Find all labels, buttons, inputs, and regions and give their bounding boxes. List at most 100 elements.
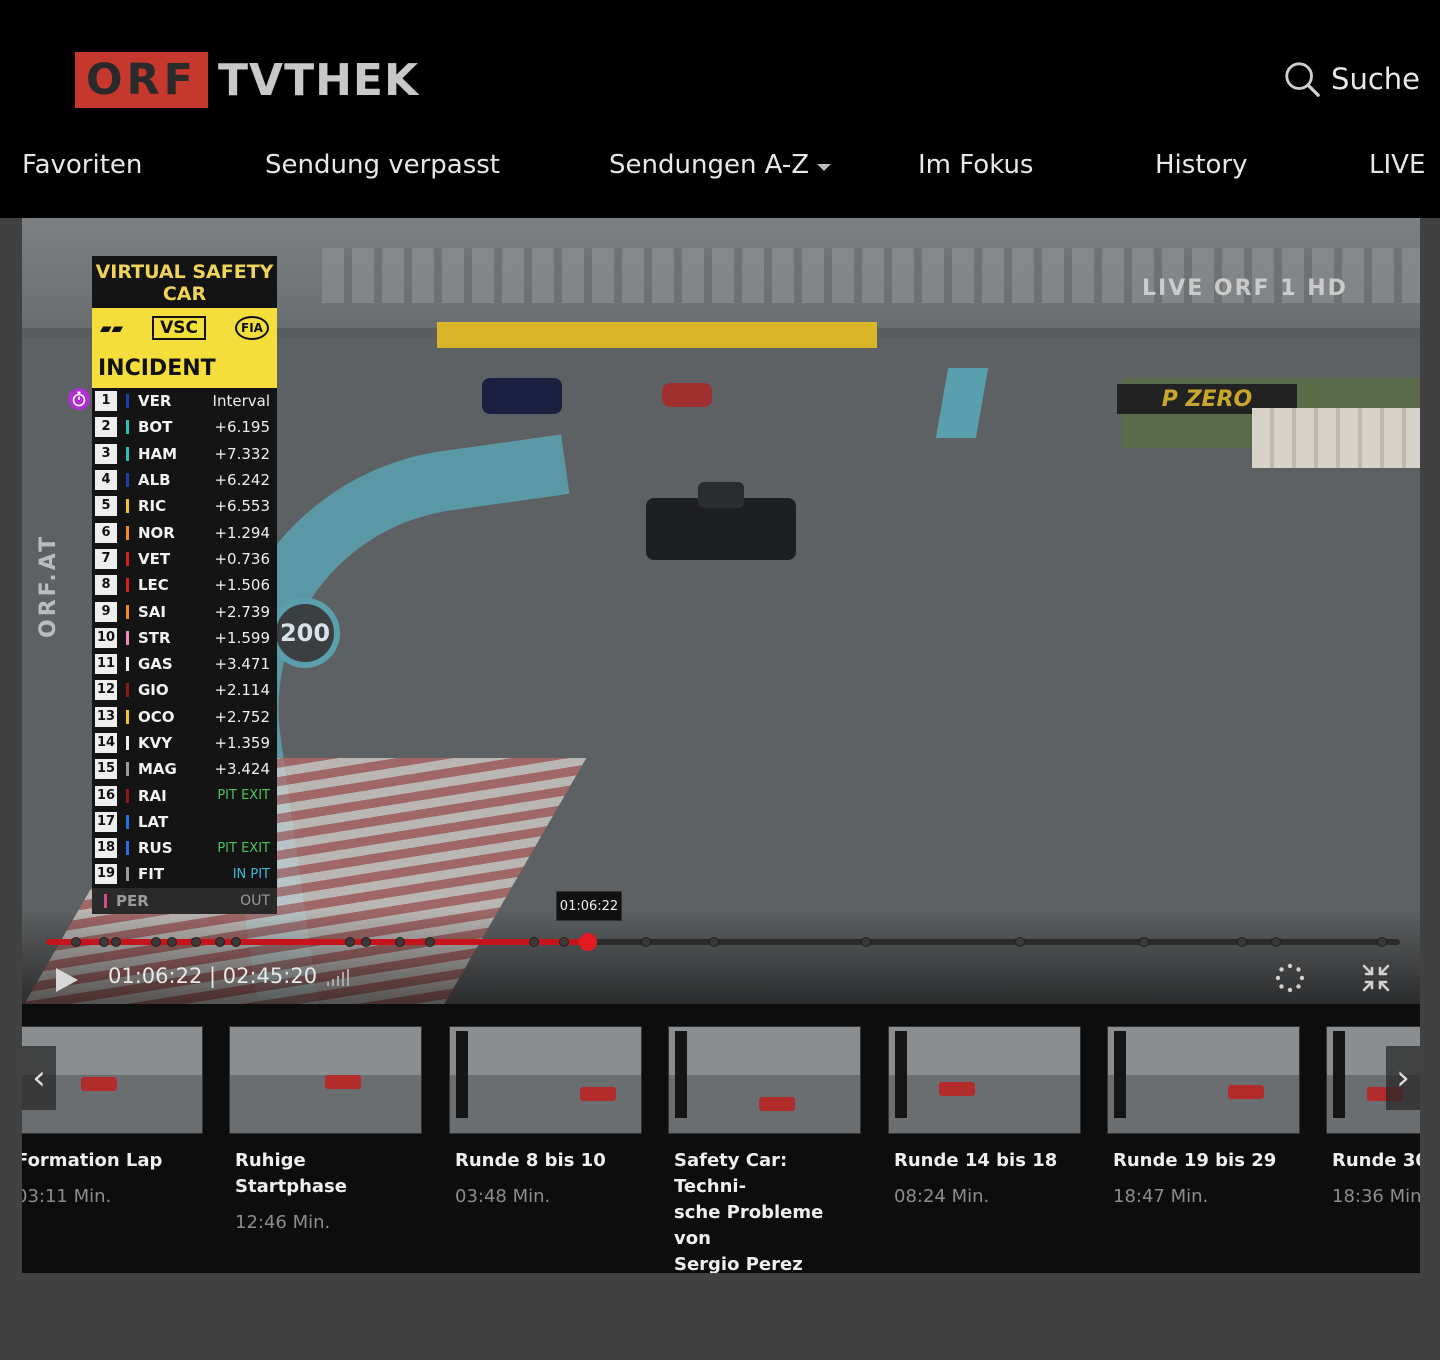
chapter-marker[interactable] — [111, 937, 121, 947]
chapter-marker[interactable] — [361, 937, 371, 947]
chapter-marker[interactable] — [641, 937, 651, 947]
video-frame: P ZERO LIVE ORF 1 HD ORF.AT 200 VIRTUAL … — [22, 218, 1420, 1004]
seek-handle[interactable] — [578, 933, 597, 951]
vsc-header: VIRTUAL SAFETY CAR — [92, 256, 277, 308]
timing-rows: 1 VER Interval 2 BOT +6.195 3 HAM +7.332 4 ALB +6.2… — [68, 388, 277, 914]
interval: PIT EXIT — [217, 840, 270, 856]
driver-code: HAM — [138, 444, 178, 463]
chapter-marker[interactable] — [191, 937, 201, 947]
tvthek-logo-text: TVTHEK — [218, 54, 420, 106]
chapter-marker[interactable] — [345, 937, 355, 947]
position-number: 8 — [95, 575, 117, 596]
driver-code: GIO — [138, 681, 169, 700]
chapter-thumbnail — [449, 1026, 642, 1134]
chapter-marker[interactable] — [99, 937, 109, 947]
chevron-right-icon[interactable]: › — [1386, 1046, 1420, 1110]
chapter-marker[interactable] — [559, 937, 569, 947]
interval: IN PIT — [232, 866, 270, 882]
timing-row: 17 LAT — [92, 809, 277, 835]
team-color-bar — [126, 473, 129, 488]
interval: +2.114 — [214, 681, 270, 700]
play-icon[interactable] — [52, 966, 80, 994]
timing-row: 2 BOT +6.195 — [92, 414, 277, 440]
chapter-card[interactable]: Runde 8 bis 10 03:48 Min. — [449, 1026, 642, 1207]
chapter-marker[interactable] — [1139, 937, 1149, 947]
interval: OUT — [240, 892, 270, 909]
interval: +2.752 — [214, 707, 270, 726]
chapter-marker[interactable] — [71, 937, 81, 947]
chapter-card[interactable]: Safety Car: Techni- sche Probleme von Se… — [668, 1026, 861, 1273]
team-color-bar — [126, 736, 129, 750]
position-number: 1 — [95, 391, 117, 412]
timing-row: 3 HAM +7.332 — [92, 441, 277, 467]
position-number: 2 — [95, 417, 117, 438]
orf-tvthek-logo[interactable]: ORF TVTHEK — [75, 52, 419, 108]
timing-row: 4 ALB +6.242 — [92, 467, 277, 493]
chapter-marker[interactable] — [167, 937, 177, 947]
driver-code: ALB — [138, 471, 171, 490]
team-color-bar — [126, 394, 129, 409]
seek-bar[interactable] — [46, 933, 1400, 951]
interval: +7.332 — [214, 444, 270, 463]
timing-row: 10 STR +1.599 — [92, 625, 277, 651]
exit-fullscreen-icon[interactable] — [1361, 963, 1391, 993]
volume-icon[interactable] — [326, 968, 350, 992]
nav-label: Sendung verpasst — [265, 150, 501, 180]
chapter-marker[interactable] — [1377, 937, 1387, 947]
thumb-stand — [669, 1027, 860, 1075]
chapter-marker[interactable] — [151, 937, 161, 947]
thumb-timing-tower — [1114, 1031, 1126, 1118]
position-number: 3 — [95, 443, 117, 464]
driver-code: RIC — [138, 497, 167, 516]
video-player[interactable]: P ZERO LIVE ORF 1 HD ORF.AT 200 VIRTUAL … — [22, 218, 1420, 1004]
chapter-card[interactable]: Ruhige Startphase 12:46 Min. — [229, 1026, 422, 1233]
team-color-bar — [126, 657, 129, 672]
team-color-bar — [126, 578, 129, 593]
driver-code: GAS — [138, 655, 173, 674]
nav-live[interactable]: LIVE — [1369, 150, 1425, 180]
nav-sendungen-a-z[interactable]: Sendungen A-Z — [609, 150, 832, 180]
search-button[interactable]: Suche — [1283, 58, 1420, 100]
settings-icon[interactable] — [1275, 963, 1305, 993]
barrier-wall — [1252, 408, 1420, 468]
interval: +0.736 — [214, 549, 270, 568]
chapter-marker[interactable] — [1271, 937, 1281, 947]
interval: +1.506 — [214, 576, 270, 595]
nav-favoriten[interactable]: Favoriten — [22, 150, 142, 180]
chevron-left-icon[interactable]: ‹ — [22, 1046, 56, 1110]
thumb-track — [889, 1074, 1080, 1133]
chapter-marker[interactable] — [861, 937, 871, 947]
position-number: 15 — [95, 759, 117, 780]
timing-row: 16 RAI PIT EXIT — [92, 782, 277, 808]
position-number: 7 — [95, 548, 117, 569]
nav-history[interactable]: History — [1155, 150, 1248, 180]
team-color-bar — [104, 893, 107, 908]
chapter-marker[interactable] — [215, 937, 225, 947]
thumb-timing-tower — [675, 1031, 687, 1118]
interval: Interval — [212, 392, 270, 411]
chapter-marker[interactable] — [231, 937, 241, 947]
search-icon — [1285, 62, 1320, 97]
chapter-marker[interactable] — [1015, 937, 1025, 947]
chapter-marker[interactable] — [529, 937, 539, 947]
thumb-stand — [230, 1027, 421, 1075]
chapter-card[interactable]: Runde 19 bis 29 18:47 Min. — [1107, 1026, 1300, 1207]
interval: +6.553 — [214, 497, 270, 516]
position-number: 17 — [95, 811, 117, 832]
nav-im-fokus[interactable]: Im Fokus — [918, 150, 1033, 180]
chapter-marker[interactable] — [1237, 937, 1247, 947]
race-car — [662, 383, 712, 407]
nav-sendung-verpasst[interactable]: Sendung verpasst — [265, 150, 500, 180]
main-navigation: Favoriten Sendung verpasst Sendungen A-Z… — [0, 150, 1440, 194]
chapter-marker[interactable] — [425, 937, 435, 947]
driver-code: NOR — [138, 523, 175, 542]
chapter-marker[interactable] — [395, 937, 405, 947]
timing-tower: VIRTUAL SAFETY CAR ▰▰ VSC FIA INCIDENT 1… — [68, 256, 277, 914]
incident-label: INCIDENT — [92, 348, 277, 388]
chapter-marker[interactable] — [709, 937, 719, 947]
timing-row: 9 SAI +2.739 — [92, 598, 277, 624]
team-color-bar — [126, 709, 129, 724]
thumb-car — [81, 1077, 117, 1091]
f1-logo-icon: ▰▰ — [100, 319, 124, 337]
chapter-card[interactable]: Runde 14 bis 18 08:24 Min. — [888, 1026, 1081, 1207]
